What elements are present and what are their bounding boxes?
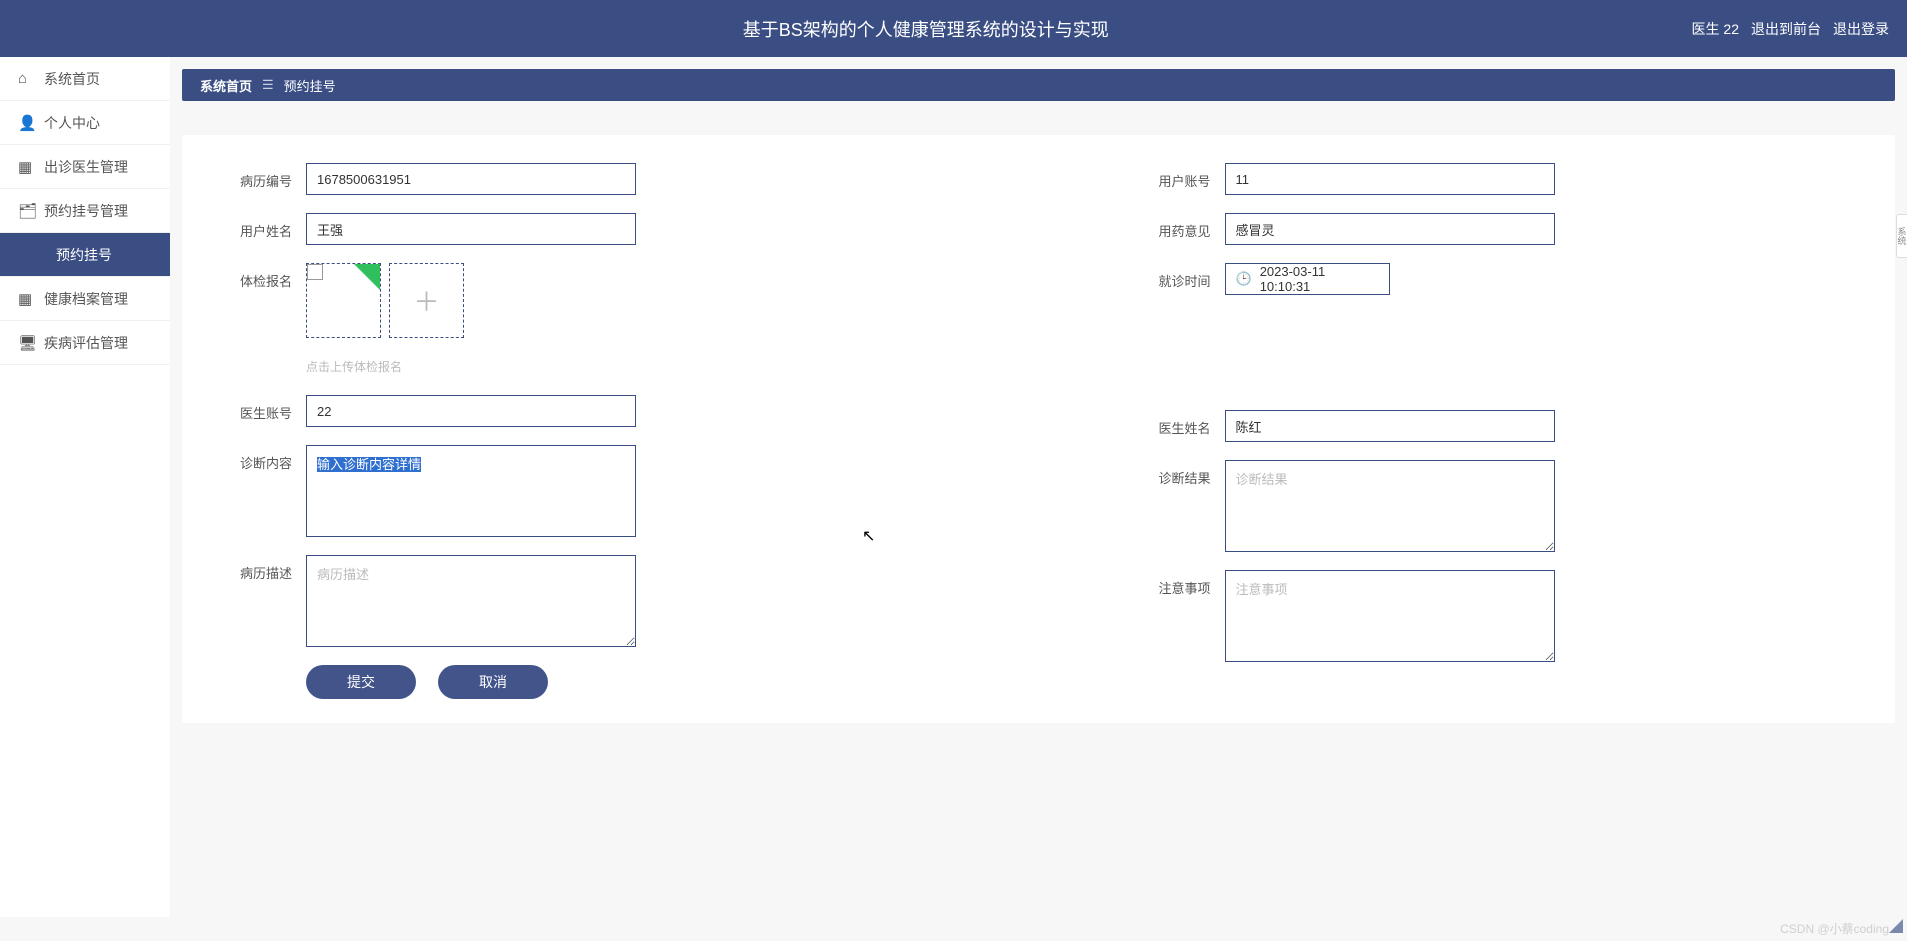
header-right: 医生 22 退出到前台 退出登录 [1692,19,1907,39]
breadcrumb: 系统首页 ☰ 预约挂号 [182,69,1895,101]
user-account-label: 用户账号 [1139,163,1211,190]
logout-link[interactable]: 退出登录 [1833,19,1889,39]
diagnosis-textarea[interactable]: 输入诊断内容详情 [306,445,636,537]
diagnosis-result-textarea[interactable] [1225,460,1555,552]
exam-report-label: 体检报名 [220,263,292,290]
sidebar-item-disease-assess[interactable]: 🖥 疾病评估管理 [0,321,170,365]
sidebar-item-label: 出诊医生管理 [44,157,128,177]
doctor-name-input[interactable] [1225,410,1555,442]
submit-button[interactable]: 提交 [306,665,416,699]
record-desc-textarea[interactable] [306,555,636,647]
user-icon: 👤 [18,114,37,132]
sidebar-item-label: 系统首页 [44,69,100,89]
user-account-input[interactable] [1225,163,1555,195]
diagnosis-label: 诊断内容 [220,445,292,472]
sidebar-item-profile[interactable]: 👤 个人中心 [0,101,170,145]
app-title: 基于BS架构的个人健康管理系统的设计与实现 [160,16,1692,42]
breadcrumb-sep-icon: ☰ [262,77,274,93]
sidebar-item-label: 个人中心 [44,113,100,133]
app-header: 基于BS架构的个人健康管理系统的设计与实现 医生 22 退出到前台 退出登录 [0,0,1907,57]
clock-icon: 🕒 [1236,271,1252,287]
sidebar-item-label: 疾病评估管理 [44,333,128,353]
sidebar-item-appointment-mgmt[interactable]: 🗂 预约挂号管理 [0,189,170,233]
doctor-account-input[interactable] [306,395,636,427]
right-side-tab[interactable]: 系统 [1896,214,1907,258]
sidebar-item-home[interactable]: ⌂ 系统首页 [0,57,170,101]
cancel-button[interactable]: 取消 [438,665,548,699]
visit-time-input[interactable]: 🕒 2023-03-11 10:10:31 [1225,263,1390,295]
resize-handle-icon[interactable] [1889,919,1903,933]
medicine-advice-label: 用药意见 [1139,213,1211,240]
medicine-advice-input[interactable] [1225,213,1555,245]
grid-icon: ▦ [18,158,32,176]
diagnosis-result-label: 诊断结果 [1139,460,1211,487]
record-no-label: 病历编号 [220,163,292,190]
breadcrumb-current: 预约挂号 [284,76,336,95]
notes-label: 注意事项 [1139,570,1211,597]
folder-icon: 🗂 [18,202,37,220]
user-name-label: 用户姓名 [220,213,292,240]
form-panel: 病历编号 用户姓名 体检报名 ＋ 点击上传体检报名 [182,135,1895,723]
upload-hint: 点击上传体检报名 [306,358,939,375]
sidebar-item-label: 预约挂号管理 [44,201,128,221]
sidebar-item-doctor-mgmt[interactable]: ▦ 出诊医生管理 [0,145,170,189]
uploaded-thumbnail[interactable] [306,263,381,338]
home-icon: ⌂ [18,70,27,87]
doctor-name-label: 医生姓名 [1139,410,1211,437]
footer-watermark: CSDN @小蔡coding [1780,920,1889,937]
sidebar-item-appointment[interactable]: 预约挂号 [0,233,170,277]
grid-icon: ▦ [18,290,32,308]
sidebar: ⌂ 系统首页 👤 个人中心 ▦ 出诊医生管理 🗂 预约挂号管理 预约挂号 ▦ 健康档案管理… [0,57,170,917]
breadcrumb-home[interactable]: 系统首页 [200,76,252,95]
upload-add-button[interactable]: ＋ [389,263,464,338]
doctor-account-label: 医生账号 [220,395,292,422]
record-desc-label: 病历描述 [220,555,292,582]
record-no-input[interactable] [306,163,636,195]
sidebar-item-health-archive[interactable]: ▦ 健康档案管理 [0,277,170,321]
to-frontend-link[interactable]: 退出到前台 [1751,19,1821,39]
visit-time-label: 就诊时间 [1139,263,1211,290]
diagnosis-selected-text: 输入诊断内容详情 [317,457,421,472]
user-name-input[interactable] [306,213,636,245]
sidebar-item-label: 预约挂号 [56,245,112,265]
sidebar-item-label: 健康档案管理 [44,289,128,309]
header-user[interactable]: 医生 22 [1692,19,1739,39]
monitor-icon: 🖥 [18,334,37,352]
notes-textarea[interactable] [1225,570,1555,662]
visit-time-value: 2023-03-11 10:10:31 [1260,264,1379,294]
